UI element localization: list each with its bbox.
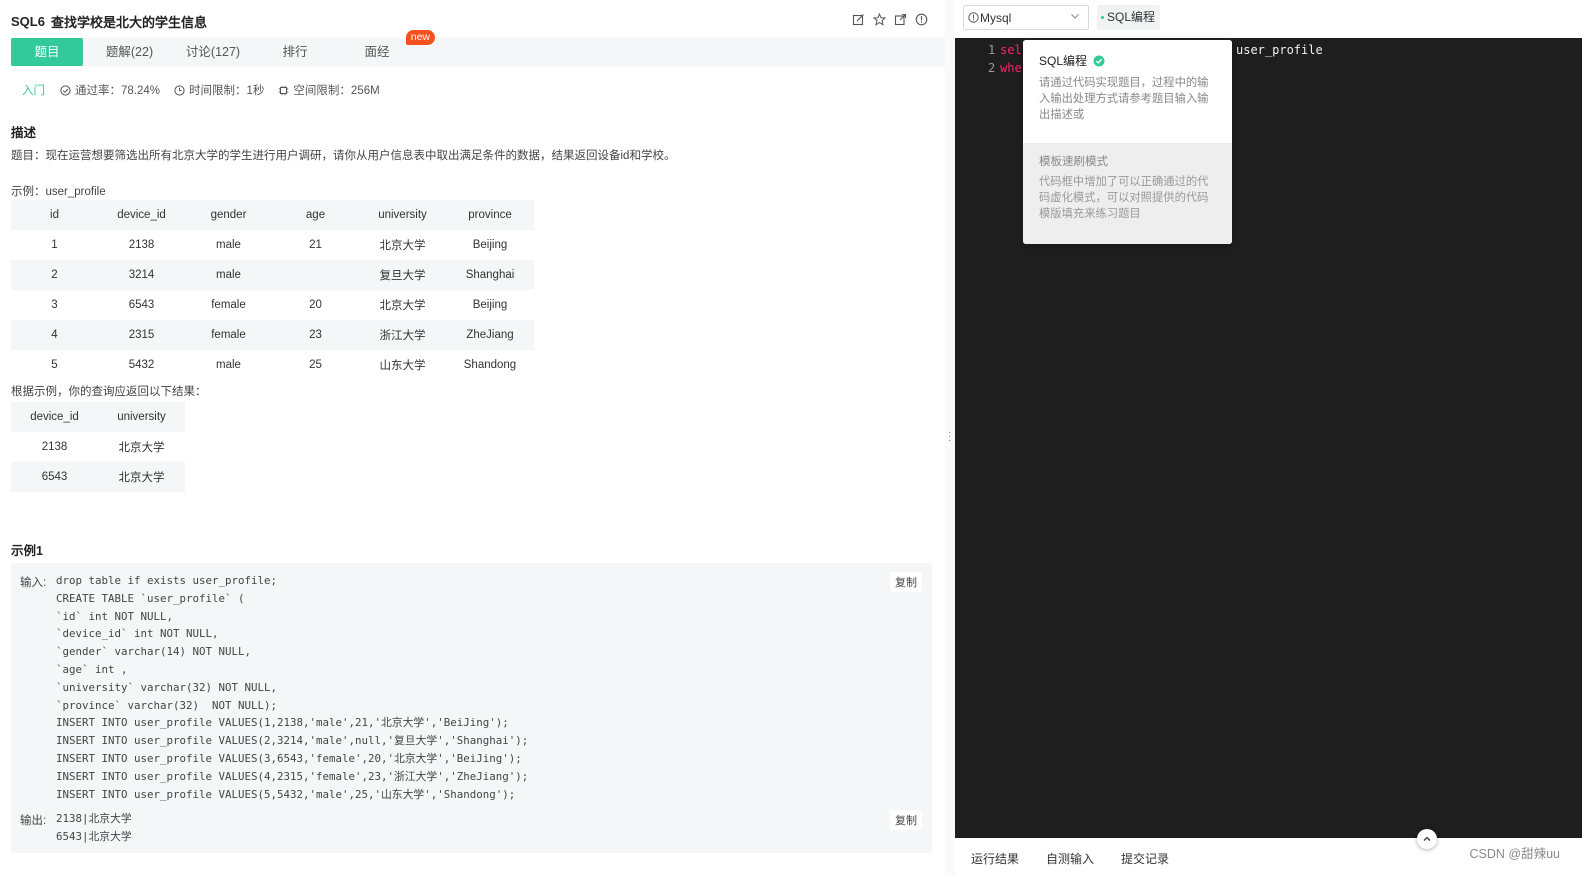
tab-submissions[interactable]: 提交记录 <box>1121 850 1169 867</box>
table-row: 3 6543 female 20 北京大学 Beijing <box>51 299 508 312</box>
star-icon[interactable] <box>873 13 886 26</box>
problem-tabs: 题目 题解(22) 讨论(127) 排行 面经 new <box>11 30 945 66</box>
example-output-code: 2138|北京大学 6543|北京大学 <box>56 812 132 843</box>
col-device-id: device_id <box>11 402 98 432</box>
tab-run-result[interactable]: 运行结果 <box>971 850 1019 867</box>
mode-option-sql[interactable]: SQL编程 请通过代码实现题目，过程中的输入输出处理方式请参考题目输入输出描述或 <box>1023 40 1232 142</box>
clock-icon <box>174 84 185 96</box>
problem-pane: SQL6 查找学校是北大的学生信息 题目 题解(22) 讨论(127) 排行 面… <box>0 0 945 875</box>
problem-title: SQL6 查找学校是北大的学生信息 <box>11 11 207 31</box>
chip-icon <box>279 85 289 95</box>
problem-meta: 入门 通过率：78.24% 时间限制：1秒 空间限制：256M <box>22 82 394 98</box>
tab-problem[interactable]: 题目 <box>11 38 83 66</box>
title-actions <box>852 13 928 26</box>
tab-solutions[interactable]: 题解(22) <box>83 38 176 66</box>
col-age: age <box>272 200 359 230</box>
mode-selector[interactable]: SQL编程 <box>1097 5 1161 30</box>
alert-circle-icon <box>968 12 979 23</box>
table-row: 2138 北京大学 <box>41 441 165 454</box>
time-limit: 时间限制：1秒 <box>174 82 264 98</box>
pass-rate: 通过率：78.24% <box>60 82 160 98</box>
description-text: 题目：现在运营想要筛选出所有北京大学的学生进行用户调研，请你从用户信息表中取出满… <box>11 150 676 162</box>
input-label: 输入: <box>20 577 47 589</box>
expand-panel-button[interactable] <box>1417 829 1437 849</box>
mode-value: SQL编程 <box>1107 10 1156 24</box>
edit-icon[interactable] <box>852 13 865 26</box>
difficulty-level: 入门 <box>22 85 45 97</box>
check-circle-icon <box>60 84 71 96</box>
mode-dot-icon <box>1101 16 1104 20</box>
language-value: Mysql <box>980 10 1012 25</box>
example1-heading: 示例1 <box>11 544 43 558</box>
code-text: user_profile <box>1236 43 1323 57</box>
code-keyword: sel <box>1000 43 1022 57</box>
table-row: 4 2315 female 23 浙江大学 ZheJiang <box>11 320 534 350</box>
col-device-id: device_id <box>98 200 185 230</box>
option-title: 模板速刷模式 <box>1039 156 1108 168</box>
pane-resizer[interactable]: · · · <box>945 0 955 875</box>
table-header-row: device_id university <box>11 402 185 432</box>
chevron-up-icon <box>1423 836 1431 841</box>
col-university: university <box>359 200 446 230</box>
new-badge: new <box>405 30 435 45</box>
table-header-row: id device_id gender age university provi… <box>11 200 534 230</box>
line-number: 2 <box>988 61 996 75</box>
share-icon[interactable] <box>894 13 907 26</box>
col-province: province <box>446 200 534 230</box>
user-profile-table: id device_id gender age university provi… <box>11 200 534 380</box>
option-description: 代码框中增加了可以正确通过的代码虚化模式，可以对照提供的代码模版填充来练习题目 <box>1039 176 1209 220</box>
col-gender: gender <box>185 200 272 230</box>
example1-box: 输入: 复制 drop table if exists user_profile… <box>11 563 932 853</box>
col-id: id <box>11 200 98 230</box>
check-circle-icon <box>1093 55 1105 66</box>
copy-output-button[interactable]: 复制 <box>890 810 922 830</box>
space-limit: 空间限制：256M <box>278 82 380 98</box>
mode-popover: SQL编程 请通过代码实现题目，过程中的输入输出处理方式请参考题目输入输出描述或… <box>1023 40 1232 244</box>
example-input-code: drop table if exists user_profile; CREAT… <box>56 574 529 801</box>
problem-name: 查找学校是北大的学生信息 <box>50 14 207 30</box>
table-row: 6543 北京大学 <box>11 462 185 492</box>
result-table: device_id university 2138 北京大学 6543 北京大学 <box>11 402 185 492</box>
watermark: CSDN @甜辣uu <box>1469 847 1561 861</box>
line-number: 1 <box>988 43 996 57</box>
drag-handle-icon[interactable]: · · · <box>948 428 951 446</box>
code-keyword: whe <box>1000 61 1022 75</box>
table-row: 5 5432 male 25 山东大学 Shandong <box>51 359 517 372</box>
language-select[interactable]: Mysql <box>963 5 1089 30</box>
option-description: 请通过代码实现题目，过程中的输入输出处理方式请参考题目输入输出描述或 <box>1039 77 1209 121</box>
option-title: SQL编程 <box>1039 54 1088 68</box>
col-university: university <box>98 402 185 432</box>
example-table-label: 示例：user_profile <box>11 186 106 198</box>
tab-interview[interactable]: 面经 new <box>340 30 435 66</box>
output-label: 输出: <box>20 815 47 827</box>
mode-option-template[interactable]: 模板速刷模式 代码框中增加了可以正确通过的代码虚化模式，可以对照提供的代码模版填… <box>1023 143 1232 244</box>
editor-toolbar: Mysql SQL编程 <box>955 0 1582 38</box>
tab-ranking[interactable]: 排行 <box>250 38 340 66</box>
tab-discussion[interactable]: 讨论(127) <box>176 38 250 66</box>
table-row: 2 3214 male 复旦大学 Shanghai <box>11 260 534 290</box>
description-heading: 描述 <box>11 126 37 140</box>
chevron-down-icon <box>1071 14 1079 19</box>
info-icon[interactable] <box>915 13 928 26</box>
result-label: 根据示例，你的查询应返回以下结果： <box>11 386 207 398</box>
tab-custom-input[interactable]: 自测输入 <box>1046 850 1094 867</box>
table-row: 1 2138 male 21 北京大学 Beijing <box>51 239 508 252</box>
problem-code: SQL6 <box>11 13 45 29</box>
copy-input-button[interactable]: 复制 <box>890 572 922 592</box>
